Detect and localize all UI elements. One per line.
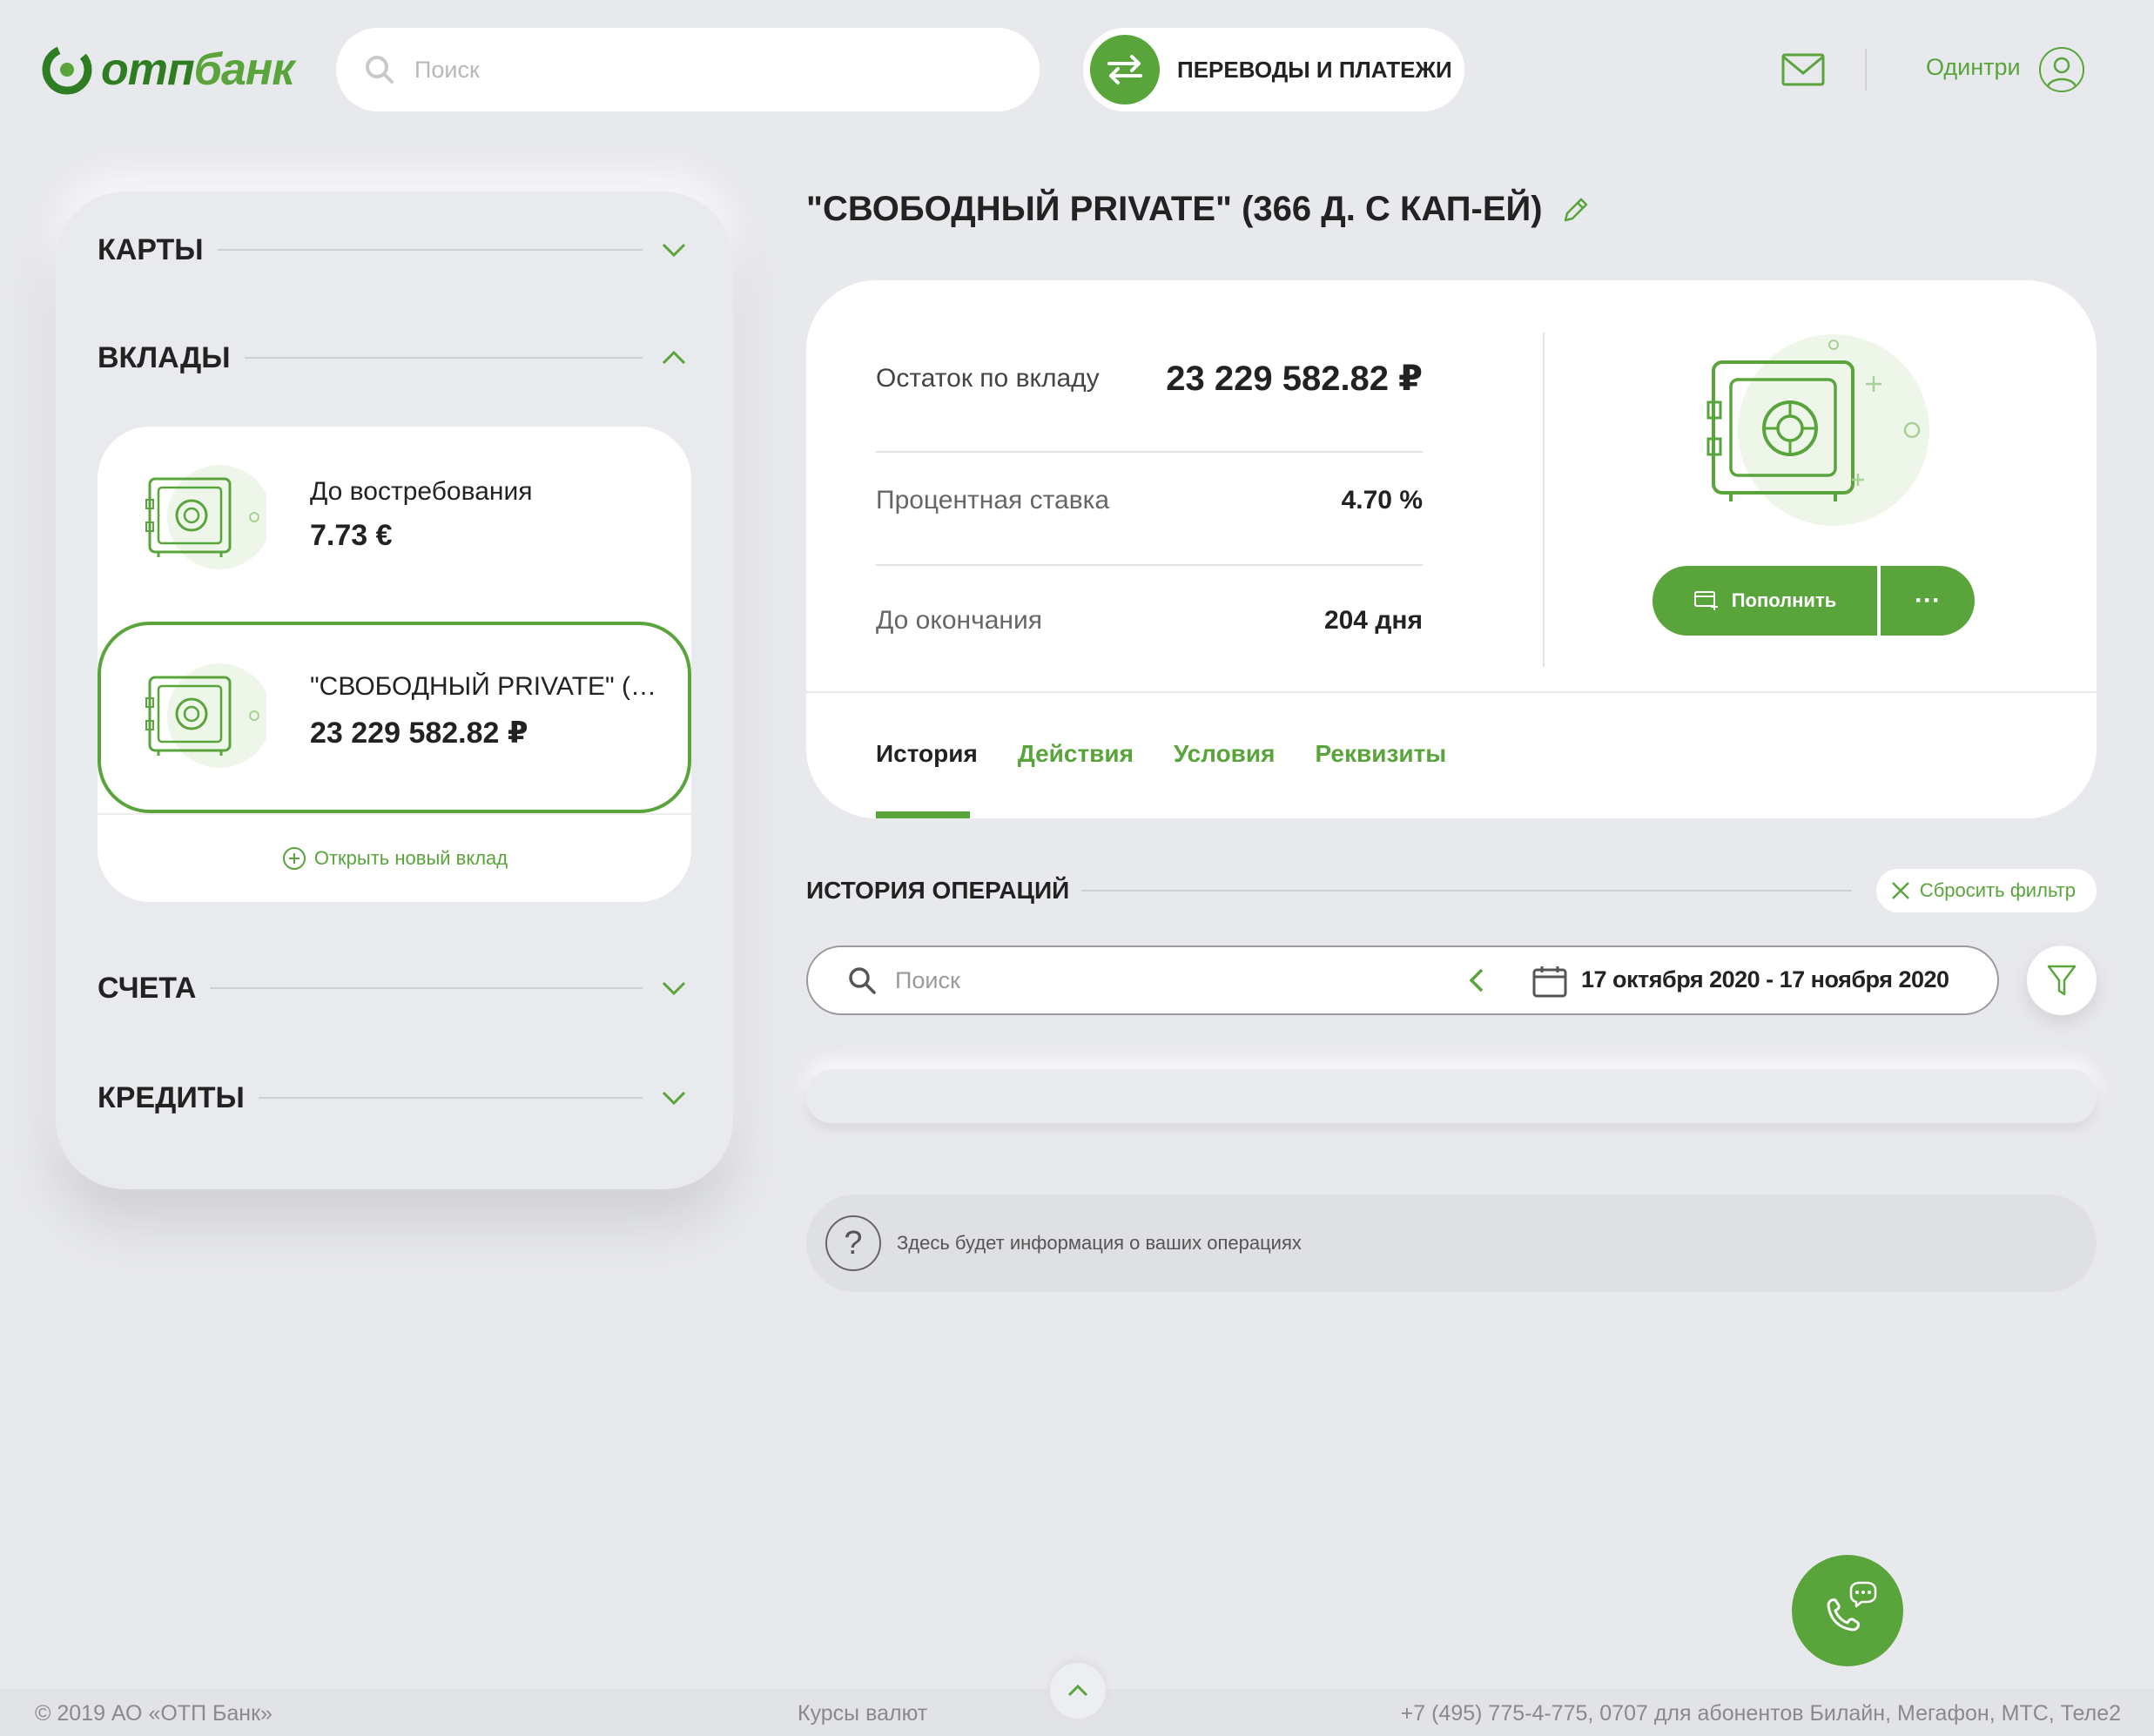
sidebar-section-credits[interactable]: КРЕДИТЫ — [98, 1076, 691, 1120]
footer-expand-button[interactable] — [1050, 1663, 1106, 1719]
card-plus-icon — [1693, 591, 1718, 610]
section-title: КРЕДИТЫ — [98, 1080, 245, 1114]
footer-phone: +7 (495) 775-4-775, 0707 для абонентов Б… — [1400, 1701, 2121, 1726]
section-divider — [244, 357, 643, 359]
sidebar-section-deposits[interactable]: ВКЛАДЫ — [98, 336, 691, 380]
section-divider — [1081, 890, 1852, 892]
footer-copyright: © 2019 АО «ОТП Банк» — [35, 1701, 273, 1726]
chevron-down-icon[interactable] — [656, 1080, 691, 1115]
vertical-divider — [1543, 333, 1545, 667]
sidebar-products: КАРТЫ ВКЛАДЫ До востребования 7.73 € "СВ… — [56, 192, 733, 1189]
topup-label: Пополнить — [1731, 589, 1837, 611]
tab-history[interactable]: История — [876, 740, 978, 768]
operations-search-input[interactable] — [895, 966, 1435, 994]
logo-text: отпбанк — [101, 44, 295, 95]
chevron-down-icon[interactable] — [656, 971, 691, 1006]
transfers-payments-label: ПЕРЕВОДЫ И ПЛАТЕЖИ — [1177, 56, 1452, 83]
operations-history-header: ИСТОРИЯ ОПЕРАЦИЙ Сбросить фильтр — [806, 869, 2097, 912]
operations-list-placeholder — [806, 1069, 2097, 1123]
operations-search-bar: 17 октября 2020 - 17 ноября 2020 — [806, 945, 1999, 1015]
deposits-list: До востребования 7.73 € "СВОБОДНЫЙ PRIVA… — [98, 427, 691, 902]
calendar-icon[interactable] — [1532, 965, 1567, 998]
search-icon — [849, 967, 876, 994]
logo-mark-icon — [42, 44, 92, 95]
section-title: КАРТЫ — [98, 232, 204, 266]
section-divider — [210, 987, 643, 989]
otp-bank-logo[interactable]: отпбанк — [42, 42, 295, 98]
balance-row: Остаток по вкладу 23 229 582.82 ₽ — [876, 359, 1423, 399]
deposit-title-text: "СВОБОДНЫЙ PRIVATE" (366 Д. С КАП-ЕЙ) — [806, 190, 1543, 228]
rate-value: 4.70 % — [1341, 486, 1423, 515]
transfer-icon — [1090, 35, 1160, 104]
search-icon — [366, 56, 394, 84]
term-row: До окончания 204 дня — [876, 606, 1423, 636]
safe-icon — [1706, 334, 1929, 526]
plus-circle-icon — [282, 847, 306, 870]
section-divider — [258, 1097, 643, 1099]
date-range-selector[interactable]: 17 октября 2020 - 17 ноября 2020 — [1581, 966, 1949, 993]
section-divider — [217, 249, 643, 251]
transfers-payments-button[interactable]: ПЕРЕВОДЫ И ПЛАТЕЖИ — [1083, 28, 1464, 111]
safe-icon — [145, 465, 266, 569]
phone-chat-icon — [1827, 1581, 1877, 1632]
call-chat-button[interactable] — [1792, 1555, 1903, 1666]
section-title: СЧЕТА — [98, 971, 197, 1005]
balance-label: Остаток по вкладу — [876, 364, 1100, 393]
open-new-deposit-link[interactable]: Открыть новый вклад — [98, 813, 691, 902]
pencil-edit-icon[interactable] — [1560, 194, 1592, 225]
deposit-detail-card: Остаток по вкладу 23 229 582.82 ₽ Процен… — [806, 280, 2097, 818]
reset-filter-label: Сбросить фильтр — [1919, 879, 2076, 901]
deposit-item-svobodny-private[interactable]: "СВОБОДНЫЙ PRIVATE" (366 Д. С КАП-ЕЙ) 23… — [98, 622, 691, 813]
chevron-down-icon[interactable] — [656, 232, 691, 267]
more-dots-icon: ··· — [1915, 586, 1941, 615]
active-tab-indicator — [876, 811, 970, 818]
page-title: "СВОБОДНЫЙ PRIVATE" (366 Д. С КАП-ЕЙ) — [806, 190, 1592, 229]
deposit-amount: 23 229 582.82 ₽ — [310, 717, 528, 750]
deposit-actions: Пополнить ··· — [1653, 566, 1975, 636]
footer-rates-link[interactable]: Курсы валют — [798, 1701, 927, 1726]
divider — [876, 451, 1423, 453]
reset-filter-button[interactable]: Сбросить фильтр — [1875, 869, 2097, 912]
user-avatar-icon[interactable] — [2039, 47, 2084, 92]
rate-label: Процентная ставка — [876, 486, 1110, 515]
global-search[interactable] — [336, 28, 1040, 111]
close-icon — [1891, 882, 1909, 899]
tab-requisites[interactable]: Реквизиты — [1315, 740, 1446, 768]
divider — [806, 691, 2097, 693]
tab-actions[interactable]: Действия — [1018, 740, 1134, 768]
operations-history-title: ИСТОРИЯ ОПЕРАЦИЙ — [806, 877, 1070, 904]
header-divider — [1865, 49, 1867, 91]
chevron-up-icon[interactable] — [656, 340, 691, 375]
help-question-icon: ? — [825, 1215, 881, 1271]
section-title: ВКЛАДЫ — [98, 340, 231, 374]
filter-funnel-icon — [2047, 965, 2077, 996]
rate-row: Процентная ставка 4.70 % — [876, 486, 1423, 515]
deposit-name: До востребования — [310, 477, 533, 506]
more-actions-button[interactable]: ··· — [1881, 566, 1975, 636]
balance-value: 23 229 582.82 ₽ — [1166, 360, 1423, 398]
filter-button[interactable] — [2027, 945, 2097, 1015]
deposit-tabs: История Действия Условия Реквизиты — [876, 740, 1446, 768]
sidebar-section-cards[interactable]: КАРТЫ — [98, 228, 691, 272]
safe-icon — [145, 663, 266, 768]
sidebar-section-accounts[interactable]: СЧЕТА — [98, 966, 691, 1010]
deposit-amount: 7.73 € — [310, 519, 393, 552]
term-label: До окончания — [876, 606, 1042, 635]
divider — [876, 564, 1423, 566]
empty-operations-notice: ? Здесь будет информация о ваших операци… — [806, 1194, 2097, 1292]
global-search-input[interactable] — [414, 56, 937, 84]
chevron-left-icon[interactable] — [1466, 965, 1487, 996]
empty-operations-text: Здесь будет информация о ваших операциях — [897, 1232, 1302, 1254]
tab-conditions[interactable]: Условия — [1174, 740, 1276, 768]
deposit-name: "СВОБОДНЫЙ PRIVATE" (366 Д. С КАП-ЕЙ) — [310, 672, 658, 701]
deposit-item-on-demand[interactable]: До востребования 7.73 € — [98, 427, 691, 609]
open-new-deposit-label: Открыть новый вклад — [313, 847, 508, 869]
chevron-up-icon — [1067, 1684, 1088, 1697]
term-value: 204 дня — [1323, 606, 1423, 635]
mail-icon[interactable] — [1781, 52, 1825, 87]
user-name-link[interactable]: Одинтри — [1926, 54, 2021, 81]
topup-button[interactable]: Пополнить — [1653, 566, 1877, 636]
